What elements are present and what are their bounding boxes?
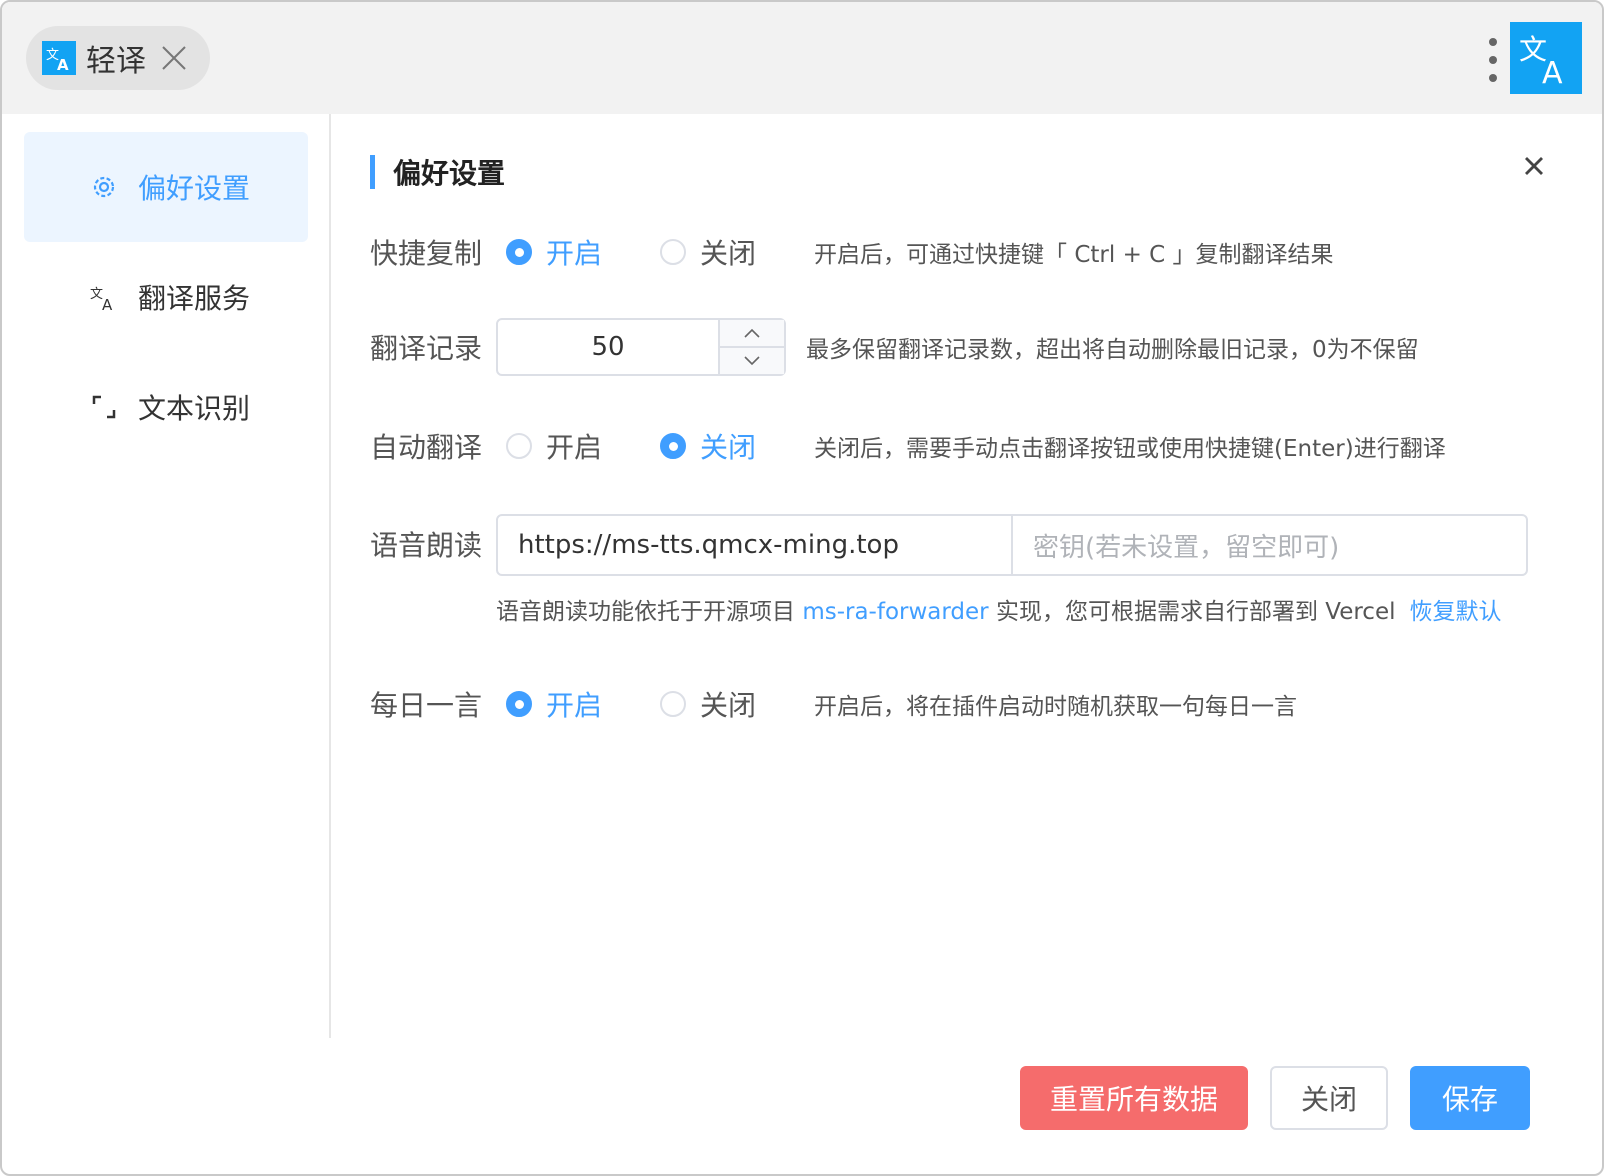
preferences-panel: 偏好设置 快捷复制 开启 关闭 开启后，可通过快捷键「 Ctrl + C 」复制… bbox=[332, 114, 1602, 1054]
ms-ra-forwarder-link[interactable]: ms-ra-forwarder bbox=[802, 599, 988, 625]
daily-quote-label: 每日一言 bbox=[370, 689, 483, 722]
settings-window: 文 A 轻译 文 A 偏好设置 文 A 翻译服务 文本识别 偏好设置 快捷复制 … bbox=[0, 0, 1604, 1176]
history-row: 翻译记录 50 最多保留翻译记录数，超出将自动删除最旧记录，0为不保留 bbox=[370, 318, 1419, 376]
radio-label: 开启 bbox=[546, 431, 603, 464]
restore-default-link[interactable]: 恢复默认 bbox=[1410, 599, 1502, 625]
app-icon: 文 A bbox=[42, 41, 76, 75]
radio-dot bbox=[660, 433, 687, 459]
save-button[interactable]: 保存 bbox=[1410, 1066, 1530, 1130]
sidebar-item-ocr[interactable]: 文本识别 bbox=[24, 352, 308, 462]
section-title: 偏好设置 bbox=[393, 157, 506, 190]
tab-title: 轻译 bbox=[86, 44, 146, 79]
svg-text:A: A bbox=[102, 296, 113, 311]
section-accent-bar bbox=[370, 155, 375, 189]
reset-all-data-button[interactable]: 重置所有数据 bbox=[1020, 1066, 1248, 1130]
history-hint: 最多保留翻译记录数，超出将自动删除最旧记录，0为不保留 bbox=[806, 337, 1419, 363]
sidebar-item-label: 翻译服务 bbox=[138, 282, 251, 315]
sidebar: 偏好设置 文 A 翻译服务 文本识别 bbox=[2, 114, 331, 1038]
radio-label: 关闭 bbox=[700, 431, 757, 464]
auto-translate-on-radio[interactable]: 开启 bbox=[506, 426, 602, 466]
close-icon[interactable] bbox=[1522, 154, 1546, 178]
auto-translate-row: 自动翻译 开启 关闭 关闭后，需要手动点击翻译按钮或使用快捷键(Enter)进行… bbox=[370, 426, 1446, 466]
radio-dot bbox=[660, 239, 687, 265]
translate-icon: 文 A bbox=[90, 283, 118, 311]
tts-input-group: https://ms-tts.qmcx-ming.top 密钥(若未设置，留空即… bbox=[496, 514, 1528, 576]
tts-note-text: 实现，您可根据需求自行部署到 Vercel bbox=[988, 599, 1396, 625]
quick-copy-off-radio[interactable]: 关闭 bbox=[660, 232, 756, 272]
radio-label: 关闭 bbox=[700, 237, 757, 270]
decrement-button[interactable] bbox=[720, 348, 784, 374]
quick-copy-hint: 开启后，可通过快捷键「 Ctrl + C 」复制翻译结果 bbox=[814, 242, 1334, 268]
daily-quote-hint: 开启后，将在插件启动时随机获取一句每日一言 bbox=[814, 694, 1298, 720]
tts-label: 语音朗读 bbox=[370, 529, 483, 562]
scan-icon bbox=[90, 393, 118, 421]
more-options-icon[interactable] bbox=[1486, 38, 1500, 82]
history-count-value[interactable]: 50 bbox=[498, 320, 718, 374]
quick-copy-row: 快捷复制 开启 关闭 开启后，可通过快捷键「 Ctrl + C 」复制翻译结果 bbox=[370, 232, 1334, 272]
sidebar-item-label: 文本识别 bbox=[138, 392, 251, 425]
gear-icon bbox=[90, 173, 118, 201]
tts-key-input[interactable]: 密钥(若未设置，留空即可) bbox=[1013, 516, 1526, 574]
increment-button[interactable] bbox=[720, 320, 784, 348]
radio-label: 开启 bbox=[546, 689, 603, 722]
radio-dot bbox=[506, 239, 532, 265]
brand-logo-icon: 文 A bbox=[1510, 22, 1582, 94]
sidebar-item-preferences[interactable]: 偏好设置 bbox=[24, 132, 308, 242]
daily-quote-row: 每日一言 开启 关闭 开启后，将在插件启动时随机获取一句每日一言 bbox=[370, 684, 1297, 724]
auto-translate-label: 自动翻译 bbox=[370, 431, 483, 464]
tts-row: 语音朗读 bbox=[370, 524, 502, 564]
tts-note: 语音朗读功能依托于开源项目 ms-ra-forwarder 实现，您可根据需求自… bbox=[496, 592, 1502, 626]
tts-note-text: 语音朗读功能依托于开源项目 bbox=[496, 599, 803, 625]
tts-url-input[interactable]: https://ms-tts.qmcx-ming.top bbox=[498, 516, 1013, 574]
chevron-down-icon bbox=[744, 356, 760, 366]
radio-dot bbox=[506, 433, 532, 459]
close-button[interactable]: 关闭 bbox=[1270, 1066, 1388, 1130]
tab-close-icon[interactable] bbox=[160, 44, 188, 72]
history-count-stepper[interactable]: 50 bbox=[496, 318, 786, 376]
daily-quote-off-radio[interactable]: 关闭 bbox=[660, 684, 756, 724]
quick-copy-label: 快捷复制 bbox=[370, 237, 483, 270]
sidebar-item-label: 偏好设置 bbox=[138, 172, 251, 205]
svg-text:A: A bbox=[57, 56, 69, 72]
title-bar: 文 A 轻译 文 A bbox=[2, 2, 1602, 114]
radio-label: 开启 bbox=[546, 237, 603, 270]
section-header: 偏好设置 bbox=[370, 152, 505, 192]
radio-dot bbox=[506, 691, 532, 717]
svg-text:A: A bbox=[1542, 56, 1563, 88]
auto-translate-hint: 关闭后，需要手动点击翻译按钮或使用快捷键(Enter)进行翻译 bbox=[814, 436, 1446, 462]
chevron-up-icon bbox=[744, 328, 760, 338]
history-label: 翻译记录 bbox=[370, 332, 483, 365]
plugin-tab[interactable]: 文 A 轻译 bbox=[26, 26, 210, 90]
radio-dot bbox=[660, 691, 687, 717]
radio-label: 关闭 bbox=[700, 689, 757, 722]
quick-copy-on-radio[interactable]: 开启 bbox=[506, 232, 602, 272]
auto-translate-off-radio[interactable]: 关闭 bbox=[660, 426, 756, 466]
daily-quote-on-radio[interactable]: 开启 bbox=[506, 684, 602, 724]
sidebar-item-translate-service[interactable]: 文 A 翻译服务 bbox=[24, 242, 308, 352]
